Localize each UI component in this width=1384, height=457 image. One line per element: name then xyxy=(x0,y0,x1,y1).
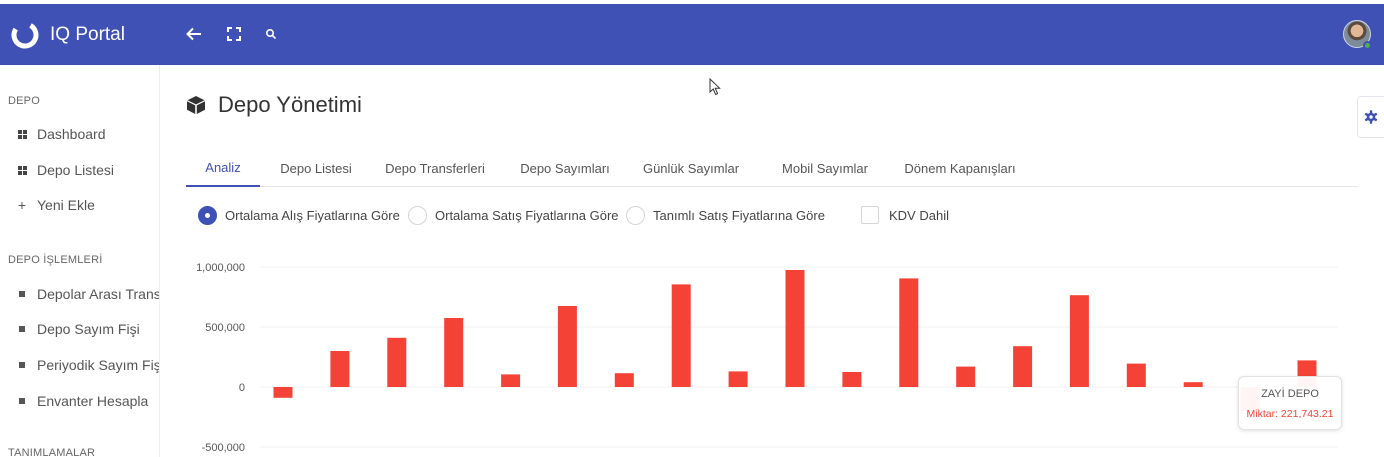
dashboard-icon xyxy=(16,129,28,139)
square-bullet-icon xyxy=(16,291,28,297)
sidebar-item-label: Depolar Arası Transfe xyxy=(37,286,160,302)
radio-button[interactable] xyxy=(408,205,427,225)
warehouse-value-bar-chart: 1,000,000 500,000 0 -500,000 xyxy=(196,262,1338,454)
tab-depo-listesi[interactable]: Depo Listesi xyxy=(266,150,366,186)
chart-bar[interactable] xyxy=(1013,346,1033,387)
square-bullet-icon xyxy=(16,362,28,368)
settings-button[interactable] xyxy=(1357,96,1384,138)
sidebar-item-envanter-hesapla[interactable]: Envanter Hesapla xyxy=(16,391,148,411)
tab-analiz[interactable]: Analiz xyxy=(186,150,260,187)
cube-icon xyxy=(187,96,205,114)
top-bar: IQ Portal xyxy=(0,4,1384,65)
y-tick-label: 1,000,000 xyxy=(196,262,245,274)
brand-logo-icon xyxy=(11,21,39,48)
chart-bar[interactable] xyxy=(444,318,464,387)
tab-bar: Analiz Depo Listesi Depo Transferleri De… xyxy=(186,150,1358,187)
search-icon[interactable] xyxy=(260,22,282,46)
sidebar-item-depolar-arasi-transfer[interactable]: Depolar Arası Transfe xyxy=(16,284,160,304)
chart-bar[interactable] xyxy=(273,387,293,398)
radio-button[interactable] xyxy=(626,205,645,225)
sidebar-item-dashboard[interactable]: Dashboard xyxy=(16,124,106,144)
radio-button[interactable] xyxy=(198,205,217,225)
chart-bar[interactable] xyxy=(614,373,634,387)
sidebar-item-label: Envanter Hesapla xyxy=(37,393,149,409)
tab-donem-kapanislari[interactable]: Dönem Kapanışları xyxy=(898,150,1022,186)
chart-bar[interactable] xyxy=(1183,382,1203,387)
chart-bar[interactable] xyxy=(956,366,976,387)
sidebar-item-periyodik-sayim-fisi[interactable]: Periyodik Sayım Fişi xyxy=(16,355,160,375)
tooltip-value: Miktar: 221,743.21 xyxy=(1246,408,1334,420)
sidebar-section-depo-islemleri: DEPO İŞLEMLERİ xyxy=(8,254,103,266)
y-tick-label: -500,000 xyxy=(202,442,245,454)
square-bullet-icon xyxy=(16,398,28,404)
chart-bar[interactable] xyxy=(785,270,805,387)
chart-bar[interactable] xyxy=(387,337,407,387)
app-name: IQ Portal xyxy=(50,23,125,45)
chart-bar[interactable] xyxy=(899,278,919,387)
brand[interactable]: IQ Portal xyxy=(10,4,125,65)
sidebar-section-depo: DEPO xyxy=(8,95,40,107)
gear-icon xyxy=(1364,110,1378,124)
chart-bar[interactable] xyxy=(728,371,748,387)
sidebar-item-label: Dashboard xyxy=(37,126,106,142)
online-status-dot xyxy=(1363,41,1372,50)
radio-label: Tanımlı Satış Fiyatlarına Göre xyxy=(653,207,825,223)
page-title-text: Depo Yönetimi xyxy=(218,92,362,117)
sidebar-item-label: Periyodik Sayım Fişi xyxy=(37,357,160,373)
chart-bar[interactable] xyxy=(842,372,862,387)
fullscreen-icon[interactable] xyxy=(223,22,245,46)
tab-gunluk-sayimlar[interactable]: Günlük Sayımlar xyxy=(636,150,746,186)
chart-bar[interactable] xyxy=(1069,295,1089,387)
chart-tooltip: ZAYİ DEPO Miktar: 221,743.21 xyxy=(1238,376,1342,430)
y-tick-label: 500,000 xyxy=(205,322,245,334)
checkbox-kdv-dahil[interactable]: KDV Dahil xyxy=(861,204,949,226)
sidebar-item-depo-sayim-fisi[interactable]: Depo Sayım Fişi xyxy=(16,319,140,339)
page-title: Depo Yönetimi xyxy=(186,92,362,118)
plus-icon: + xyxy=(17,197,27,213)
sidebar-item-label: Depo Sayım Fişi xyxy=(37,321,140,337)
radio-label: Ortalama Alış Fiyatlarına Göre xyxy=(225,207,400,223)
checkbox-label: KDV Dahil xyxy=(889,207,949,223)
sidebar-item-label: Depo Listesi xyxy=(37,162,115,178)
chart-bar[interactable] xyxy=(501,374,521,387)
chart-bar[interactable] xyxy=(1126,363,1146,387)
chart-bar[interactable] xyxy=(671,284,691,387)
radio-ortalama-alis[interactable]: Ortalama Alış Fiyatlarına Göre xyxy=(198,204,400,226)
radio-tanimli-satis[interactable]: Tanımlı Satış Fiyatlarına Göre xyxy=(626,204,825,226)
sidebar-item-yeni-ekle[interactable]: + Yeni Ekle xyxy=(16,195,95,215)
sidebar-item-depo-listesi[interactable]: Depo Listesi xyxy=(16,160,114,180)
tab-depo-sayimlari[interactable]: Depo Sayımları xyxy=(510,150,620,186)
radio-ortalama-satis[interactable]: Ortalama Satış Fiyatlarına Göre xyxy=(408,204,619,226)
tab-mobil-sayimlar[interactable]: Mobil Sayımlar xyxy=(772,150,878,186)
tooltip-title: ZAYİ DEPO xyxy=(1261,388,1319,400)
square-bullet-icon xyxy=(16,326,28,332)
arrow-left-icon[interactable] xyxy=(183,22,205,46)
dashboard-icon xyxy=(16,165,28,175)
radio-label: Ortalama Satış Fiyatlarına Göre xyxy=(435,207,619,223)
mouse-cursor-icon xyxy=(709,78,721,96)
sidebar-item-label: Yeni Ekle xyxy=(37,197,95,213)
chart-bar[interactable] xyxy=(557,306,577,387)
sidebar: DEPO Dashboard Depo Listesi + Yeni Ekle … xyxy=(0,65,160,457)
y-tick-label: 0 xyxy=(239,382,245,394)
chart-bar[interactable] xyxy=(330,351,350,387)
checkbox[interactable] xyxy=(861,206,879,224)
sidebar-section-tanimlamalar: TANIMLAMALAR xyxy=(8,447,96,457)
tab-depo-transferleri[interactable]: Depo Transferleri xyxy=(376,150,494,186)
